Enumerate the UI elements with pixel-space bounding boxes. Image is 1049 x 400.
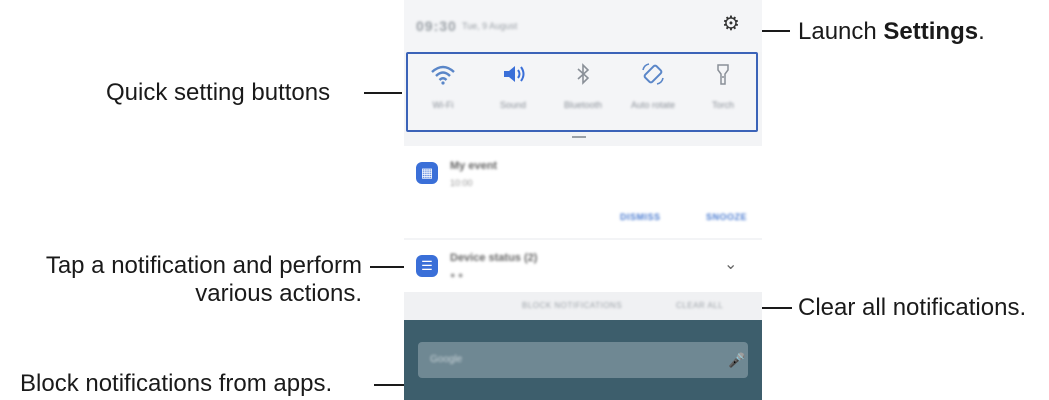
mic-icon[interactable]: 🎤 [728,352,745,369]
chevron-down-icon[interactable]: ⌄ [724,254,737,274]
quick-setting-label: Bluetooth [563,100,603,110]
notification-panel: 09:30 Tue, 9 August ⚙ Wi-Fi Sound Blueto… [404,0,762,400]
settings-callout-period: . [978,18,985,45]
bluetooth-icon [577,63,590,85]
sound-icon [504,66,525,82]
clear-all-button[interactable]: CLEAR ALL [676,301,723,310]
tap-callout-line1: Tap a notification and perform [45,252,362,279]
notification-footer: BLOCK NOTIFICATIONS CLEAR ALL [404,292,762,320]
notification-title: My event [450,160,498,172]
status-bar: 09:30 Tue, 9 August ⚙ [404,0,762,52]
notification-title: Device status (2) [450,252,538,264]
block-notifications-callout: Block notifications from apps. [20,370,333,397]
clear-all-callout: Clear all notifications. [798,294,1027,321]
quick-settings-callout: Quick setting buttons [106,79,331,106]
notification-subtitle: 10:00 [450,178,473,188]
clock: 09:30 [416,18,457,34]
quick-settings-callout-line [364,92,402,94]
snooze-button[interactable]: SNOOZE [706,212,747,222]
settings-callout: Launch Settings. [798,18,985,46]
quick-setting-torch[interactable]: Torch [688,54,758,130]
quick-setting-bluetooth[interactable]: Bluetooth [548,54,618,130]
notification-card-event[interactable]: ▦ My event 10:00 DISMISS SNOOZE [404,146,762,238]
settings-callout-text: Launch [798,18,884,45]
tap-notification-callout: Tap a notification and perform various a… [6,252,362,308]
dismiss-button[interactable]: DISMISS [620,212,661,222]
auto-rotate-icon [642,63,664,85]
quick-setting-auto-rotate[interactable]: Auto rotate [618,54,688,130]
list-icon: ☰ [416,255,438,277]
calendar-icon: ▦ [416,162,438,184]
quick-settings-panel: Wi-Fi Sound Bluetooth Auto rotate Torch [406,52,758,132]
wallpaper: Google 🎤 [404,320,762,400]
date: Tue, 9 August [462,21,518,31]
panel-drag-handle[interactable] [572,136,586,138]
gear-icon[interactable]: ⚙ [722,14,740,34]
tap-callout-line2: various actions. [195,280,362,307]
quick-setting-sound[interactable]: Sound [478,54,548,130]
notification-subtitle-icons: ● ● [450,270,464,280]
wifi-icon [431,65,455,85]
quick-setting-wifi[interactable]: Wi-Fi [408,54,478,130]
notification-card-device-status[interactable]: ☰ Device status (2) ● ● ⌄ [404,240,762,292]
settings-callout-bold: Settings [883,18,979,45]
quick-setting-label: Auto rotate [630,100,676,110]
search-placeholder: Google [430,354,463,365]
quick-setting-label: Torch [711,100,734,110]
quick-setting-label: Wi-Fi [432,100,454,110]
block-notifications-button[interactable]: BLOCK NOTIFICATIONS [522,301,622,310]
torch-icon [717,64,729,85]
search-bar[interactable]: Google 🎤 [418,342,748,378]
quick-setting-label: Sound [499,100,527,110]
